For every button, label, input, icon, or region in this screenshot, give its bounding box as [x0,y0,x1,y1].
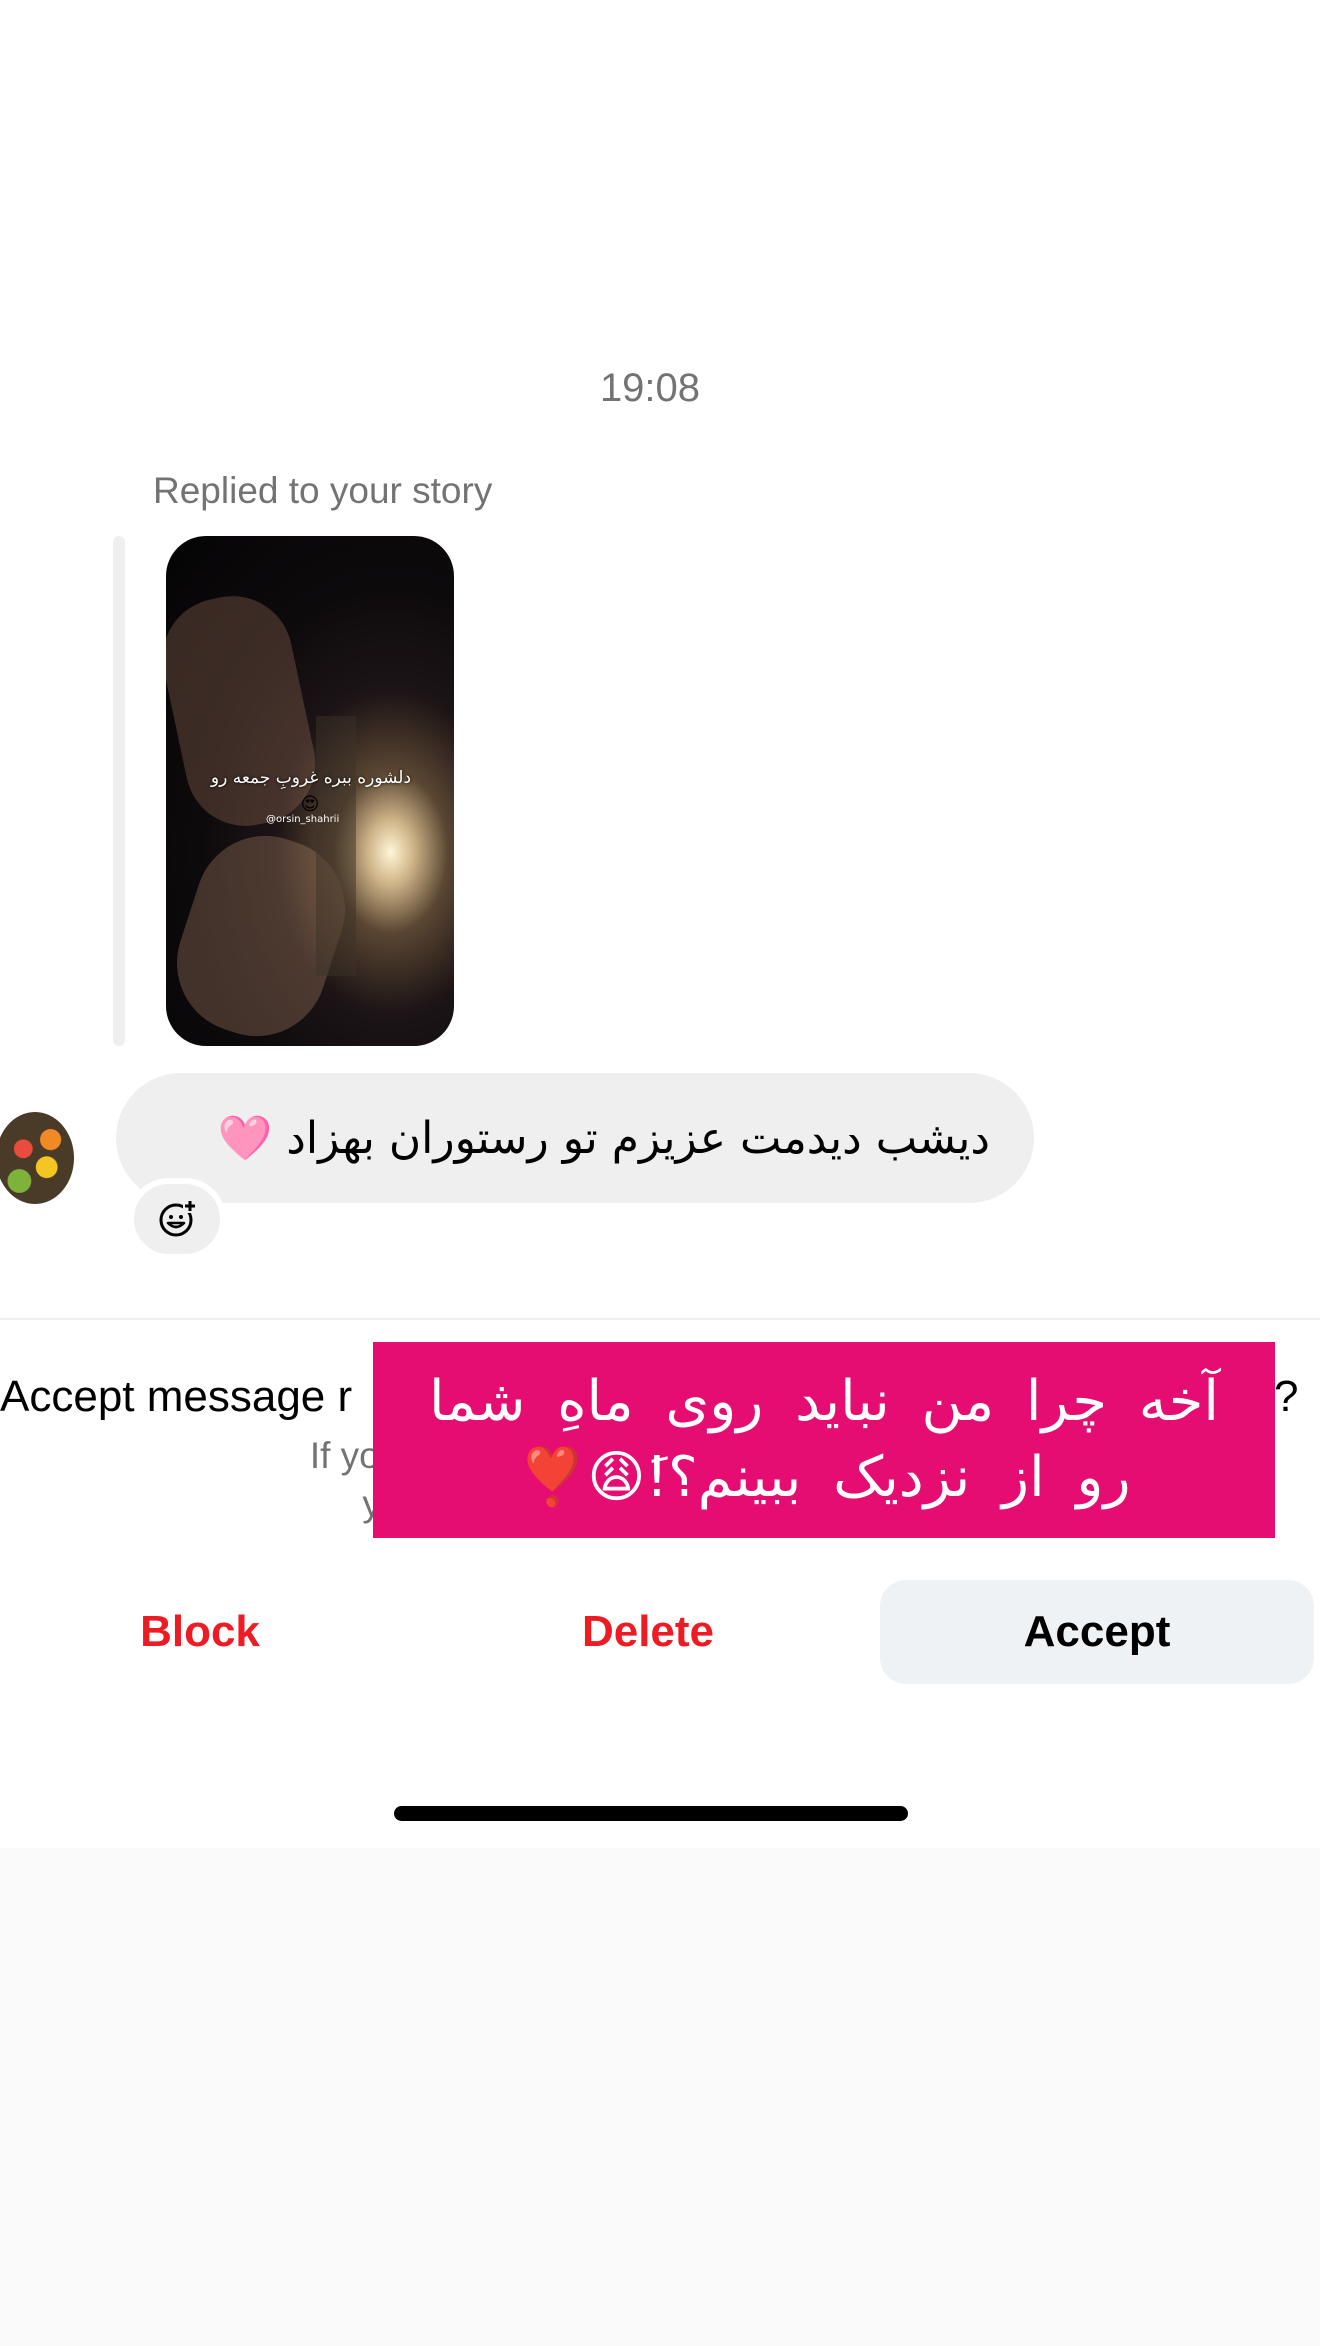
home-indicator[interactable] [394,1806,908,1821]
story-figure [316,716,356,976]
replied-to-story-label: Replied to your story [153,470,493,511]
story-caption: دلشوره ببره غروبِ جمعه رو [210,768,412,788]
delete-button[interactable]: Delete [448,1580,848,1684]
message-timestamp: 19:08 [599,366,701,410]
add-reaction-icon [159,1199,197,1237]
text-overlay-banner: آخه چرا من نباید روی ماهِ شما رو از نزدی… [373,1342,1275,1538]
story-caption-emoji: 😍 [300,794,320,814]
sender-avatar[interactable] [0,1112,74,1204]
story-handle: @orsin_shahrii [266,814,340,825]
overlay-text: آخه چرا من نباید روی ماهِ شما رو از نزدی… [429,1369,1219,1510]
story-thumbnail[interactable]: دلشوره ببره غروبِ جمعه رو 😍 @orsin_shahr… [166,536,454,1046]
bottom-blank-area [0,1848,1320,2346]
accept-request-title-end: ? [1274,1372,1299,1421]
message-bubble[interactable]: دیشب دیدمت عزیزم تو رستوران بهزاد 🩷 [116,1073,1034,1203]
divider [0,1318,1320,1320]
accept-button[interactable]: Accept [880,1580,1314,1684]
message-body: دیشب دیدمت عزیزم تو رستوران بهزاد [286,1113,990,1164]
pink-heart-emoji: 🩷 [217,1113,273,1164]
accept-request-title: Accept message r [0,1372,353,1421]
reply-quote-bar [113,536,125,1046]
block-button[interactable]: Block [0,1580,400,1684]
message-text: دیشب دیدمت عزیزم تو رستوران بهزاد 🩷 [217,1112,990,1164]
add-reaction-button[interactable] [128,1178,226,1260]
